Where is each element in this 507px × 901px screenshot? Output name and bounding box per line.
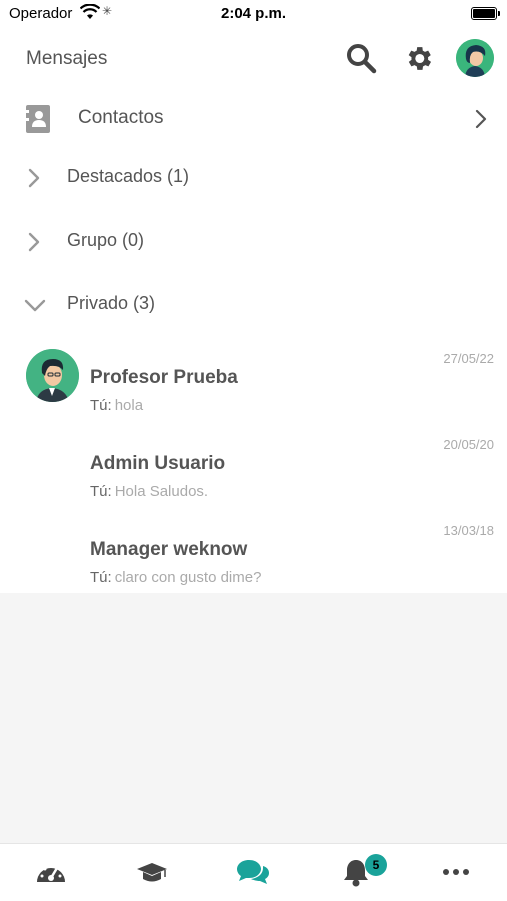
gear-icon[interactable] xyxy=(403,43,434,79)
message-text: hola xyxy=(114,397,144,414)
chevron-right-icon xyxy=(475,109,487,134)
message-preview: Tú: Hola Saludos. xyxy=(90,483,208,500)
section-label: Grupo (0) xyxy=(67,230,145,250)
message-preview: Tú: hola xyxy=(90,397,143,414)
tab-messages[interactable] xyxy=(233,854,273,890)
tab-more[interactable] xyxy=(436,854,476,890)
section-destacados[interactable]: Destacados (1) xyxy=(0,158,507,198)
dashboard-icon xyxy=(37,864,65,882)
more-icon xyxy=(443,869,469,875)
contact-name: Admin Usuario xyxy=(90,453,226,474)
tab-dashboard[interactable] xyxy=(31,854,71,890)
contact-name: Manager weknow xyxy=(90,539,248,560)
conversation-item[interactable]: Admin Usuario Tú: Hola Saludos. 20/05/20 xyxy=(0,437,507,525)
message-date: 20/05/20 xyxy=(443,437,494,452)
status-time: 2:04 p.m. xyxy=(220,5,287,22)
graduation-cap-icon xyxy=(137,863,167,882)
page-title: Mensajes xyxy=(26,48,108,69)
sender-prefix: Tú: xyxy=(90,569,112,586)
tab-courses[interactable] xyxy=(132,854,172,890)
search-icon[interactable] xyxy=(345,42,377,79)
message-preview: Tú: claro con gusto dime? xyxy=(90,569,261,586)
contact-name: Profesor Prueba xyxy=(90,367,238,388)
user-avatar[interactable] xyxy=(456,39,494,77)
contacts-row[interactable]: Contactos xyxy=(0,99,507,139)
status-bar: Operador ✳ 2:04 p.m. xyxy=(0,0,507,28)
message-text: claro con gusto dime? xyxy=(114,569,262,586)
chevron-down-icon xyxy=(24,299,46,318)
message-date: 13/03/18 xyxy=(443,523,494,538)
section-grupo[interactable]: Grupo (0) xyxy=(0,222,507,262)
chat-icon xyxy=(237,860,269,884)
battery-icon xyxy=(471,7,500,20)
section-label: Privado (3) xyxy=(67,293,156,313)
message-text: Hola Saludos. xyxy=(114,483,209,500)
section-privado[interactable]: Privado (3) xyxy=(0,285,507,325)
section-label: Destacados (1) xyxy=(67,166,190,186)
notification-badge: 5 xyxy=(365,854,387,876)
contact-avatar xyxy=(26,349,79,402)
sender-prefix: Tú: xyxy=(90,483,112,500)
sender-prefix: Tú: xyxy=(90,397,112,414)
chevron-right-icon xyxy=(28,232,40,257)
tab-bar: 5 xyxy=(0,843,507,901)
contacts-book-icon xyxy=(25,105,50,138)
contacts-label: Contactos xyxy=(78,107,164,128)
message-date: 27/05/22 xyxy=(443,351,494,366)
messages-panel: Mensajes Contactos Destacados (1) Grupo … xyxy=(0,28,507,593)
chevron-right-icon xyxy=(28,168,40,193)
conversation-item[interactable]: Manager weknow Tú: claro con gusto dime? … xyxy=(0,523,507,611)
conversation-item[interactable]: Profesor Prueba Tú: hola 27/05/22 xyxy=(0,349,507,439)
